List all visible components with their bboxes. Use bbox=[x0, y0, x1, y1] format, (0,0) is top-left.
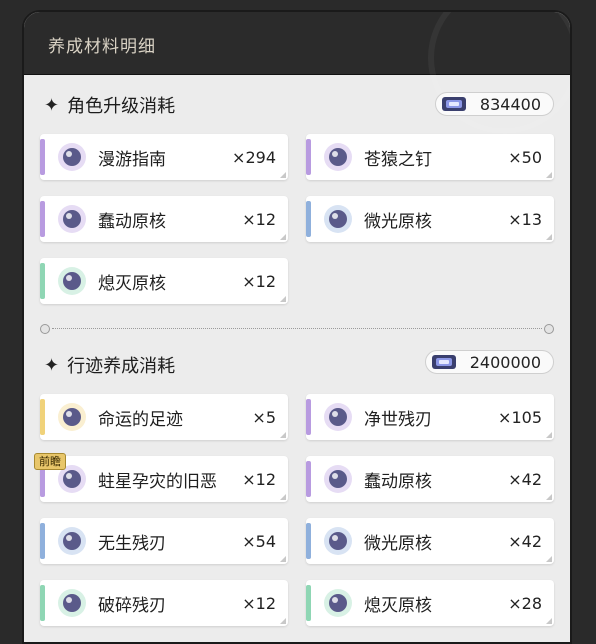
corner-mark bbox=[280, 432, 286, 438]
material-name: 无生残刃 bbox=[98, 533, 166, 554]
rarity-bar bbox=[40, 585, 45, 621]
material-icon bbox=[54, 201, 90, 237]
material-name: 熄灭原核 bbox=[364, 595, 432, 616]
rarity-bar bbox=[306, 201, 311, 237]
rarity-bar bbox=[40, 139, 45, 175]
material-name: 微光原核 bbox=[364, 533, 432, 554]
corner-mark bbox=[546, 618, 552, 624]
rarity-bar bbox=[306, 461, 311, 497]
material-item[interactable]: 熄灭原核 ×28 bbox=[306, 580, 554, 626]
material-icon bbox=[320, 139, 356, 175]
rarity-bar bbox=[40, 523, 45, 559]
material-item[interactable]: 微光原核 ×13 bbox=[306, 196, 554, 242]
credit-amount: 2400000 bbox=[469, 352, 541, 372]
material-quantity: ×294 bbox=[232, 147, 276, 167]
material-quantity: ×12 bbox=[242, 271, 276, 291]
material-quantity: ×105 bbox=[498, 407, 542, 427]
material-item[interactable]: 命运的足迹 ×5 bbox=[40, 394, 288, 440]
corner-mark bbox=[280, 234, 286, 240]
rarity-bar bbox=[40, 201, 45, 237]
materials-panel: 养成材料明细 ✦ 角色升级消耗 834400 ✦ 行迹养成消耗 2400000 … bbox=[22, 10, 572, 644]
material-quantity: ×42 bbox=[508, 469, 542, 489]
credit-coin-icon bbox=[441, 97, 466, 111]
rarity-bar bbox=[306, 585, 311, 621]
material-quantity: ×42 bbox=[508, 531, 542, 551]
star-icon: ✦ bbox=[44, 354, 60, 376]
material-name: 熄灭原核 bbox=[98, 273, 166, 294]
section-title-text: 角色升级消耗 bbox=[67, 96, 176, 117]
material-quantity: ×12 bbox=[242, 209, 276, 229]
corner-mark bbox=[546, 172, 552, 178]
panel-title: 养成材料明细 bbox=[48, 37, 156, 57]
material-quantity: ×54 bbox=[242, 531, 276, 551]
divider-line bbox=[52, 328, 542, 329]
corner-mark bbox=[280, 494, 286, 500]
corner-mark bbox=[280, 296, 286, 302]
material-icon bbox=[54, 263, 90, 299]
rarity-bar bbox=[306, 399, 311, 435]
preview-badge: 前瞻 bbox=[34, 453, 66, 470]
material-name: 微光原核 bbox=[364, 211, 432, 232]
material-icon bbox=[320, 461, 356, 497]
corner-mark bbox=[546, 432, 552, 438]
corner-mark bbox=[280, 172, 286, 178]
corner-mark bbox=[280, 556, 286, 562]
material-icon bbox=[54, 399, 90, 435]
material-item[interactable]: 破碎残刃 ×12 bbox=[40, 580, 288, 626]
divider-dot bbox=[544, 324, 554, 334]
material-name: 破碎残刃 bbox=[98, 595, 166, 616]
material-item[interactable]: 无生残刃 ×54 bbox=[40, 518, 288, 564]
material-name: 命运的足迹 bbox=[98, 409, 183, 430]
divider-dot bbox=[40, 324, 50, 334]
material-quantity: ×12 bbox=[242, 593, 276, 613]
rarity-bar bbox=[306, 523, 311, 559]
material-item[interactable]: 蛀星孕灾的旧恶 ×12 前瞻 bbox=[34, 453, 288, 502]
material-icon bbox=[54, 139, 90, 175]
material-name: 蛀星孕灾的旧恶 bbox=[98, 471, 217, 492]
star-icon: ✦ bbox=[44, 94, 60, 116]
rarity-bar bbox=[306, 139, 311, 175]
material-quantity: ×28 bbox=[508, 593, 542, 613]
material-item[interactable]: 蠢动原核 ×42 bbox=[306, 456, 554, 502]
section-divider bbox=[40, 324, 554, 334]
material-item[interactable]: 微光原核 ×42 bbox=[306, 518, 554, 564]
material-name: 蠢动原核 bbox=[364, 471, 432, 492]
material-name: 净世残刃 bbox=[364, 409, 432, 430]
material-icon bbox=[320, 523, 356, 559]
material-name: 蠢动原核 bbox=[98, 211, 166, 232]
rarity-bar bbox=[40, 399, 45, 435]
material-quantity: ×50 bbox=[508, 147, 542, 167]
material-item[interactable]: 漫游指南 ×294 bbox=[40, 134, 288, 180]
material-item[interactable]: 蠢动原核 ×12 bbox=[40, 196, 288, 242]
level-up-credit-cost: 834400 bbox=[434, 92, 554, 116]
panel-header: 养成材料明细 bbox=[24, 12, 570, 134]
material-icon bbox=[54, 585, 90, 621]
material-quantity: ×13 bbox=[508, 209, 542, 229]
section-title-traces: ✦ 行迹养成消耗 bbox=[44, 352, 175, 378]
credit-coin-icon bbox=[431, 355, 456, 369]
material-quantity: ×5 bbox=[252, 407, 276, 427]
material-name: 漫游指南 bbox=[98, 149, 166, 170]
corner-mark bbox=[546, 234, 552, 240]
rarity-bar bbox=[40, 263, 45, 299]
material-icon bbox=[320, 201, 356, 237]
traces-credit-cost: 2400000 bbox=[424, 350, 554, 374]
material-icon bbox=[320, 399, 356, 435]
material-item[interactable]: 净世残刃 ×105 bbox=[306, 394, 554, 440]
corner-mark bbox=[546, 556, 552, 562]
section-title-level-up: ✦ 角色升级消耗 bbox=[44, 92, 175, 118]
material-name: 苍猿之钉 bbox=[364, 149, 432, 170]
material-item[interactable]: 苍猿之钉 ×50 bbox=[306, 134, 554, 180]
corner-mark bbox=[280, 618, 286, 624]
corner-mark bbox=[546, 494, 552, 500]
credit-amount: 834400 bbox=[479, 94, 541, 114]
material-item[interactable]: 熄灭原核 ×12 bbox=[40, 258, 288, 304]
material-icon bbox=[54, 523, 90, 559]
material-icon bbox=[320, 585, 356, 621]
section-title-text: 行迹养成消耗 bbox=[67, 356, 176, 377]
material-quantity: ×12 bbox=[242, 469, 276, 489]
